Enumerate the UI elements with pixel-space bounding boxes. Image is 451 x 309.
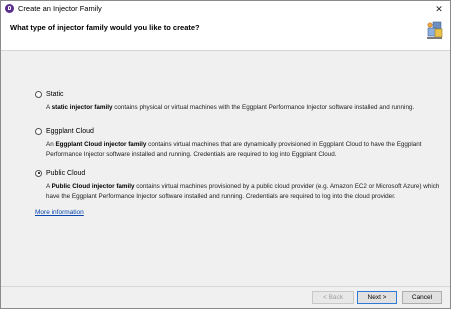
eggplant-cloud-description: An Eggplant Cloud injector family contai…	[46, 140, 441, 159]
static-radio-row[interactable]: Static	[35, 89, 435, 99]
wizard-header: What type of injector family would you l…	[1, 17, 450, 51]
public-cloud-desc-bold: Public Cloud injector family	[51, 183, 135, 190]
option-public-cloud: Public Cloud A Public Cloud injector fam…	[35, 168, 439, 201]
static-radio[interactable]	[35, 90, 42, 98]
static-description: A static injector family contains physic…	[46, 103, 441, 113]
window-title: Create an Injector Family	[18, 4, 102, 13]
static-desc-bold: static injector family	[51, 104, 113, 111]
eggplant-cloud-radio[interactable]	[35, 127, 42, 135]
page-question: What type of injector family would you l…	[10, 23, 200, 32]
static-radio-label: Static	[46, 90, 64, 98]
eggplant-cloud-radio-row[interactable]: Eggplant Cloud	[35, 126, 435, 136]
eggplant-app-icon	[5, 4, 14, 13]
public-cloud-radio-row[interactable]: Public Cloud	[35, 168, 435, 178]
more-information-link[interactable]: More information	[35, 209, 84, 216]
option-eggplant-cloud: Eggplant Cloud An Eggplant Cloud injecto…	[35, 126, 435, 159]
option-static: Static A static injector family contains…	[35, 89, 435, 113]
close-button[interactable]: ✕	[428, 1, 450, 17]
next-button[interactable]: Next >	[357, 291, 397, 304]
wizard-content: Static A static injector family contains…	[1, 51, 450, 286]
public-cloud-radio-label: Public Cloud	[46, 169, 86, 177]
title-bar: Create an Injector Family ✕	[1, 1, 450, 17]
eggplant-cloud-radio-label: Eggplant Cloud	[46, 127, 94, 135]
static-desc-rest: contains physical or virtual machines wi…	[112, 104, 415, 111]
public-cloud-description: A Public Cloud injector family contains …	[46, 182, 441, 201]
cancel-button[interactable]: Cancel	[402, 291, 442, 304]
injector-family-icon	[427, 21, 443, 39]
public-cloud-radio[interactable]	[35, 169, 42, 177]
back-button[interactable]: < Back	[312, 291, 354, 304]
eggplant-cloud-desc-bold: Eggplant Cloud injector family	[55, 141, 147, 148]
wizard-footer: < Back Next > Cancel	[1, 286, 450, 308]
wizard-window: Create an Injector Family ✕ What type of…	[0, 0, 451, 309]
